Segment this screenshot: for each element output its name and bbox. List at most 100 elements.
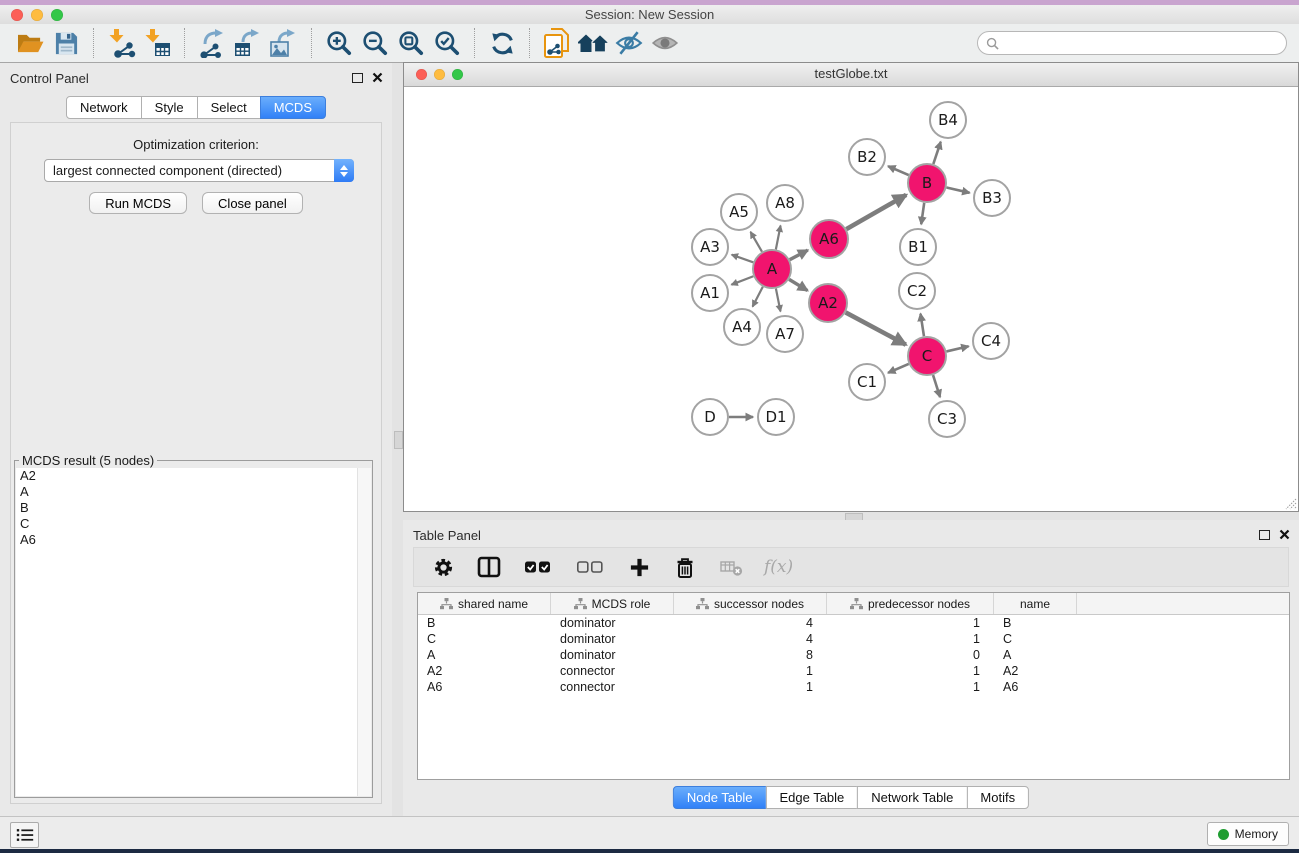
table-cell[interactable]: A2 [994, 664, 1077, 678]
edge-A6-B[interactable] [846, 195, 906, 229]
table-cell[interactable]: connector [551, 680, 674, 694]
table-cell[interactable]: 4 [674, 616, 827, 630]
table-row[interactable]: Bdominator41B [418, 615, 1289, 631]
resize-grip-icon[interactable] [1284, 497, 1297, 510]
tab-network-table[interactable]: Network Table [857, 786, 967, 809]
zoom-in-button[interactable] [321, 27, 357, 59]
edge-A-A4[interactable] [753, 287, 763, 307]
network-close-button[interactable] [416, 69, 427, 80]
edge-A-A5[interactable] [751, 232, 762, 252]
network-graph[interactable]: AA1A2A3A4A5A6A7A8BB1B2B3B4CC1C2C3C4DD1 [404, 87, 1298, 512]
export-table-button[interactable] [230, 27, 266, 59]
table-cell[interactable]: 1 [674, 680, 827, 694]
export-network-button[interactable] [194, 27, 230, 59]
table-row[interactable]: Adominator80A [418, 647, 1289, 663]
column-header-successor-nodes[interactable]: successor nodes [674, 593, 827, 614]
tab-edge-table[interactable]: Edge Table [765, 786, 858, 809]
zoom-selected-button[interactable] [429, 27, 465, 59]
copy-network-button[interactable] [539, 27, 575, 59]
result-list-item[interactable]: A6 [16, 532, 371, 548]
tab-select[interactable]: Select [197, 96, 261, 119]
result-scrollbar[interactable] [357, 468, 371, 796]
zoom-fit-button[interactable] [393, 27, 429, 59]
hide-details-button[interactable] [611, 27, 647, 59]
table-cell[interactable]: A [994, 648, 1077, 662]
mcds-result-list[interactable]: A2ABCA6 [16, 468, 371, 796]
add-column-button[interactable] [626, 554, 652, 580]
table-cell[interactable]: B [418, 616, 551, 630]
tab-motifs[interactable]: Motifs [966, 786, 1029, 809]
split-panel-button[interactable] [476, 554, 502, 580]
open-session-button[interactable] [12, 27, 48, 59]
zoom-window-button[interactable] [51, 9, 63, 21]
edge-A-A8[interactable] [776, 226, 781, 250]
delete-column-button[interactable] [672, 554, 698, 580]
function-builder-button[interactable]: f(x) [764, 557, 793, 577]
result-list-item[interactable]: C [16, 516, 371, 532]
tab-style[interactable]: Style [141, 96, 198, 119]
result-list-item[interactable]: A2 [16, 468, 371, 484]
network-window-titlebar[interactable]: testGlobe.txt [404, 63, 1298, 87]
column-header-name[interactable]: name [994, 593, 1077, 614]
table-cell[interactable]: 1 [674, 664, 827, 678]
column-header-shared-name[interactable]: shared name [418, 593, 551, 614]
close-panel-icon[interactable] [1279, 529, 1290, 540]
edge-A-A1[interactable] [731, 276, 753, 284]
table-row[interactable]: A6connector11A6 [418, 679, 1289, 695]
table-cell[interactable]: 1 [827, 664, 994, 678]
tab-mcds[interactable]: MCDS [260, 96, 326, 119]
table-cell[interactable]: 4 [674, 632, 827, 646]
table-cell[interactable]: B [994, 616, 1077, 630]
edge-A-A6[interactable] [790, 250, 808, 260]
table-row[interactable]: Cdominator41C [418, 631, 1289, 647]
edge-B-B3[interactable] [946, 187, 969, 192]
run-mcds-button[interactable]: Run MCDS [89, 192, 187, 214]
edge-B-B2[interactable] [888, 166, 909, 175]
vertical-splitter-grip[interactable] [394, 431, 403, 449]
dropdown-stepper-icon[interactable] [334, 159, 354, 182]
import-table-button[interactable] [139, 27, 175, 59]
table-cell[interactable]: 8 [674, 648, 827, 662]
close-panel-button[interactable]: Close panel [202, 192, 303, 214]
edge-A-A3[interactable] [732, 255, 753, 263]
table-cell[interactable]: dominator [551, 616, 674, 630]
show-details-button[interactable] [647, 27, 683, 59]
table-cell[interactable]: C [994, 632, 1077, 646]
edge-C-C3[interactable] [933, 375, 940, 397]
import-network-button[interactable] [103, 27, 139, 59]
zoom-out-button[interactable] [357, 27, 393, 59]
memory-button[interactable]: Memory [1207, 822, 1289, 846]
save-session-button[interactable] [48, 27, 84, 59]
table-row[interactable]: A2connector11A2 [418, 663, 1289, 679]
select-all-columns-button[interactable] [522, 554, 554, 580]
network-zoom-button[interactable] [452, 69, 463, 80]
unselect-all-columns-button[interactable] [574, 554, 606, 580]
column-header-mcds-role[interactable]: MCDS role [551, 593, 674, 614]
table-cell[interactable]: 0 [827, 648, 994, 662]
edge-A2-C[interactable] [846, 312, 906, 344]
tab-network[interactable]: Network [66, 96, 142, 119]
edge-C-C4[interactable] [946, 346, 968, 351]
optimization-dropdown[interactable]: largest connected component (directed) [44, 159, 354, 182]
table-cell[interactable]: A6 [994, 680, 1077, 694]
task-history-button[interactable] [10, 822, 39, 848]
edge-C-C1[interactable] [888, 364, 909, 373]
delete-table-button[interactable] [718, 554, 744, 580]
result-list-item[interactable]: B [16, 500, 371, 516]
search-input[interactable] [1004, 35, 1278, 51]
table-cell[interactable]: 1 [827, 680, 994, 694]
toolbar-search[interactable] [977, 31, 1287, 55]
refresh-view-button[interactable] [484, 27, 520, 59]
table-cell[interactable]: A2 [418, 664, 551, 678]
column-header-predecessor-nodes[interactable]: predecessor nodes [827, 593, 994, 614]
edge-C-C2[interactable] [920, 314, 923, 337]
network-canvas[interactable]: AA1A2A3A4A5A6A7A8BB1B2B3B4CC1C2C3C4DD1 [404, 87, 1298, 511]
tab-node-table[interactable]: Node Table [673, 786, 767, 809]
close-panel-icon[interactable] [372, 72, 383, 83]
float-panel-icon[interactable] [1259, 530, 1270, 540]
table-cell[interactable]: 1 [827, 632, 994, 646]
table-cell[interactable]: dominator [551, 632, 674, 646]
close-window-button[interactable] [11, 9, 23, 21]
result-list-item[interactable]: A [16, 484, 371, 500]
table-cell[interactable]: 1 [827, 616, 994, 630]
